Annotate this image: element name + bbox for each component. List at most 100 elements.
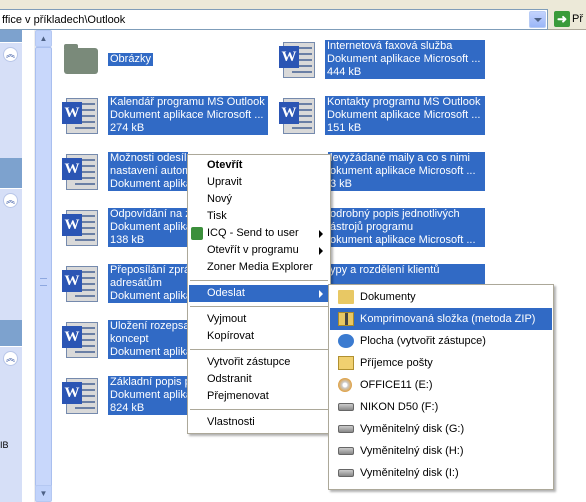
send-to-documents[interactable]: Dokumenty — [330, 286, 552, 308]
file-name-continued: adresátům — [110, 277, 162, 289]
file-type: Dokument aplika — [110, 290, 188, 302]
menu-item-new[interactable]: Nový — [189, 191, 329, 208]
word-document-icon: W — [277, 96, 317, 136]
menu-separator — [190, 280, 328, 281]
file-item[interactable]: W Kontakty programu MS Outlook Dokument a… — [277, 96, 489, 136]
menu-separator — [190, 306, 328, 307]
menu-item-open[interactable]: Otevřít — [189, 157, 329, 174]
context-menu: Otevřít Upravit Nový Tisk ICQ - Send to … — [187, 154, 331, 434]
folder-icon — [338, 290, 354, 304]
menu-item-open-with-label: Otevřít v programu — [207, 244, 299, 256]
mail-icon — [338, 356, 354, 370]
send-to-drive-i-label: Vyměnitelný disk (I:) — [360, 467, 459, 479]
menu-item-edit[interactable]: Upravit — [189, 174, 329, 191]
desktop-icon — [338, 334, 354, 348]
go-arrow-icon: ➜ — [554, 11, 570, 27]
file-name-continued: koncept — [110, 333, 149, 345]
menu-separator — [190, 349, 328, 350]
collapse-chevron-icon[interactable]: ︽ — [3, 47, 18, 62]
send-to-drive-f-label: NIKON D50 (F:) — [360, 401, 439, 413]
menu-item-send-to-label: Odeslat — [207, 287, 245, 299]
go-button[interactable]: ➜ Př — [552, 9, 586, 30]
file-name-continued: nastavení autom — [110, 165, 188, 177]
file-name: Základní popis p — [110, 376, 188, 388]
menu-item-properties[interactable]: Vlastnosti — [189, 414, 329, 431]
file-name: Kontakty programu MS Outlook — [327, 96, 481, 108]
word-document-icon: W — [60, 264, 100, 304]
file-item[interactable]: W Možnosti odesíl nastavení autom Dokument… — [60, 152, 190, 192]
send-to-drive-h[interactable]: Vyměnitelný disk (H:) — [330, 440, 552, 462]
cd-icon — [338, 378, 352, 392]
send-to-drive-g[interactable]: Vyměnitelný disk (G:) — [330, 418, 552, 440]
file-size: 138 kB — [110, 234, 145, 246]
file-item[interactable]: W Přeposílání zprá adresátům Dokument apli… — [60, 264, 190, 304]
submenu-arrow-icon — [319, 230, 323, 238]
send-to-drive-e-label: OFFICE11 (E:) — [360, 379, 433, 391]
file-item[interactable]: W Internetová faxová služba Dokument apli… — [277, 40, 489, 80]
menu-item-icq[interactable]: ICQ - Send to user — [189, 225, 329, 242]
menu-item-zoner[interactable]: Zoner Media Explorer — [189, 259, 329, 276]
file-type: Dokument aplika — [110, 346, 188, 358]
menu-item-delete[interactable]: Odstranit — [189, 371, 329, 388]
file-name: Kalendář programu MS Outlook — [110, 96, 265, 108]
file-type: Dokument aplika — [110, 178, 188, 190]
menu-item-print[interactable]: Tisk — [189, 208, 329, 225]
address-toolbar: ffice v příkladech\Outlook ➜ Př — [0, 0, 586, 30]
send-to-documents-label: Dokumenty — [360, 291, 416, 303]
task-pane-section-2: ︽ — [0, 188, 22, 320]
menu-item-cut[interactable]: Vyjmout — [189, 311, 329, 328]
file-name: Obrázky — [110, 53, 151, 65]
menu-item-create-shortcut[interactable]: Vytvořit zástupce — [189, 354, 329, 371]
zip-folder-icon — [338, 312, 354, 326]
file-name: Možnosti odesíl — [110, 152, 187, 164]
send-to-drive-g-label: Vyměnitelný disk (G:) — [360, 423, 465, 435]
vertical-scrollbar[interactable]: ▲ ▼ — [34, 30, 52, 502]
file-name: Odpovídání na z — [110, 208, 188, 220]
address-dropdown-button[interactable] — [529, 11, 546, 28]
file-size: 3 kB — [330, 178, 353, 190]
file-name: Uložení rozepsan — [110, 320, 188, 332]
file-name: levyžádané maily a co s nimi — [330, 152, 471, 164]
address-field[interactable]: ffice v příkladech\Outlook — [0, 9, 548, 30]
file-name: Přeposílání zprá — [110, 264, 188, 276]
menu-item-copy[interactable]: Kopírovat — [189, 328, 329, 345]
menu-item-send-to[interactable]: Odeslat — [189, 285, 329, 302]
file-size: 444 kB — [327, 66, 362, 78]
send-to-submenu: Dokumenty Komprimovaná složka (metoda ZI… — [328, 284, 554, 490]
send-to-drive-e[interactable]: OFFICE11 (E:) — [330, 374, 552, 396]
word-document-icon: W — [277, 40, 317, 80]
menu-item-rename[interactable]: Přejmenovat — [189, 388, 329, 405]
file-item-folder[interactable]: Obrázky — [60, 40, 190, 80]
file-size: 274 kB — [110, 122, 145, 134]
send-to-drive-h-label: Vyměnitelný disk (H:) — [360, 445, 464, 457]
file-type: Dokument aplika — [110, 389, 188, 401]
send-to-zip-folder[interactable]: Komprimovaná složka (metoda ZIP) — [330, 308, 552, 330]
drive-icon — [338, 469, 354, 477]
file-item[interactable]: W Základní popis p Dokument aplika 824 kB — [60, 376, 190, 416]
file-item[interactable]: W Uložení rozepsan koncept Dokument aplika — [60, 320, 190, 360]
send-to-desktop[interactable]: Plocha (vytvořit zástupce) — [330, 330, 552, 352]
file-type: okument aplikace Microsoft ... — [330, 234, 476, 246]
send-to-mail-recipient-label: Příjemce pošty — [360, 357, 433, 369]
collapse-chevron-icon[interactable]: ︽ — [3, 351, 18, 366]
scroll-down-button[interactable]: ▼ — [35, 485, 52, 502]
send-to-zip-folder-label: Komprimovaná složka (metoda ZIP) — [360, 313, 536, 325]
task-pane: ︽ ︽ ︽ IB — [0, 30, 22, 502]
pane-divider — [22, 30, 34, 502]
task-pane-section-1: ︽ — [0, 42, 22, 158]
file-name: ypy a rozdělení klientů — [330, 264, 440, 276]
file-item[interactable]: W Odpovídání na z Dokument aplika 138 kB — [60, 208, 190, 248]
file-name-continued: ástrojů programu — [330, 221, 414, 233]
file-name: odrobný popis jednotlivých — [330, 208, 460, 220]
word-document-icon: W — [60, 152, 100, 192]
send-to-drive-i[interactable]: Vyměnitelný disk (I:) — [330, 462, 552, 484]
collapse-chevron-icon[interactable]: ︽ — [3, 193, 18, 208]
file-size: 824 kB — [110, 402, 145, 414]
menu-item-open-with[interactable]: Otevřít v programu — [189, 242, 329, 259]
send-to-drive-f[interactable]: NIKON D50 (F:) — [330, 396, 552, 418]
scroll-up-button[interactable]: ▲ — [35, 30, 52, 47]
scroll-thumb[interactable] — [35, 47, 52, 487]
send-to-mail-recipient[interactable]: Příjemce pošty — [330, 352, 552, 374]
file-item[interactable]: W Kalendář programu MS Outlook Dokument a… — [60, 96, 272, 136]
send-to-desktop-label: Plocha (vytvořit zástupce) — [360, 335, 486, 347]
